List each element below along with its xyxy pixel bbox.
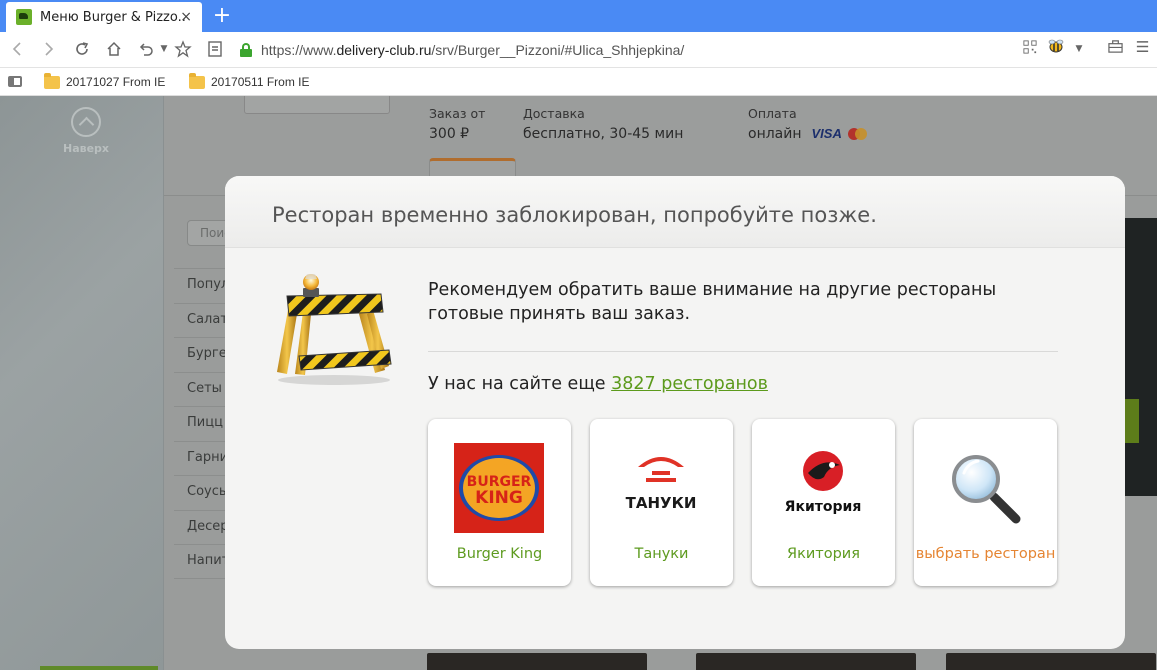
burger-king-logo: BURGER KING — [454, 443, 544, 533]
restaurant-card-tanuki[interactable]: ТАНУКИ Тануки — [590, 419, 733, 586]
bookmark-label: 20170511 From IE — [211, 75, 310, 89]
restaurant-count-link[interactable]: 3827 ресторанов — [611, 374, 768, 394]
delivery-club-favicon-icon — [16, 9, 32, 25]
food-image — [427, 653, 647, 670]
right-panel-button[interactable] — [1125, 399, 1139, 443]
food-image — [696, 653, 916, 670]
min-order-value: 300 ₽ — [429, 126, 470, 142]
tanuki-logo: ТАНУКИ — [616, 443, 706, 533]
recommendation-text: Рекомендуем обратить ваше внимание на др… — [428, 278, 1068, 326]
restaurant-count-text: У нас на сайте еще 3827 ресторанов — [428, 374, 768, 394]
payment-label: Оплата — [748, 106, 797, 121]
folder-icon — [189, 72, 205, 89]
sidebar-accent — [40, 666, 158, 670]
bookmark-label: 20171027 From IE — [66, 75, 166, 89]
header-box — [244, 96, 390, 114]
address-bar[interactable]: https://www.delivery-club.ru/srv/Burger_… — [240, 37, 1010, 63]
card-label: Burger King — [456, 546, 543, 562]
qr-code-icon[interactable] — [1019, 37, 1041, 61]
card-label: Тануки — [634, 546, 689, 562]
restaurant-blocked-modal: Ресторан временно заблокирован, попробуй… — [225, 176, 1125, 649]
recommendation-line-2: готовые принять ваш заказ. — [428, 304, 691, 324]
delivery-info: Доставка бесплатно, 30-45 мин — [523, 104, 683, 144]
reload-icon[interactable] — [70, 37, 94, 61]
folder-icon — [44, 72, 60, 89]
payment-info: Оплата онлайн VISA — [748, 104, 868, 144]
left-sidebar: Наверх — [0, 96, 164, 670]
restaurant-card-yakitoriya[interactable]: Якитория Якитория — [752, 419, 895, 586]
delivery-value: бесплатно, 30-45 мин — [523, 126, 684, 142]
tab-close-icon[interactable]: × — [180, 9, 192, 25]
min-order-label: Заказ от — [429, 106, 486, 121]
mastercard-icon — [847, 128, 868, 140]
forward-icon[interactable] — [36, 37, 60, 61]
bookmarks-bar: 20171027 From IE 20170511 From IE — [0, 68, 1157, 96]
yakitoriya-logo-text: Якитория — [785, 499, 862, 515]
yakitoriya-logo: Якитория — [778, 443, 868, 533]
right-panel — [1125, 218, 1157, 496]
recommendation-line-1: Рекомендуем обратить ваше внимание на др… — [428, 280, 997, 300]
toolbox-icon[interactable] — [1104, 37, 1126, 61]
card-label: выбрать ресторан — [915, 546, 1056, 562]
tanuki-logo-text: ТАНУКИ — [626, 494, 697, 512]
payment-value: онлайн — [748, 126, 802, 142]
url-text[interactable]: https://www.delivery-club.ru/srv/Burger_… — [261, 42, 684, 58]
magnifier-icon — [952, 455, 1021, 524]
bee-extension-icon[interactable] — [1045, 37, 1067, 61]
scroll-top-icon[interactable] — [71, 107, 101, 137]
delivery-label: Доставка — [523, 106, 585, 121]
menu-icon[interactable] — [1131, 37, 1153, 61]
count-prefix: У нас на сайте еще — [428, 374, 612, 394]
choose-restaurant-card[interactable]: выбрать ресторан — [914, 419, 1057, 586]
new-tab-button[interactable]: + — [210, 4, 234, 28]
card-label: Якитория — [787, 546, 860, 562]
tab-title: Меню Burger & Pizzo... — [40, 9, 185, 25]
divider — [428, 351, 1058, 352]
back-icon[interactable] — [6, 37, 30, 61]
reader-icon[interactable] — [203, 37, 227, 61]
bk-logo-king-text: KING — [475, 488, 523, 508]
modal-header: Ресторан временно заблокирован, попробуй… — [225, 176, 1125, 248]
browser-toolbar: ▼ https://www.delivery-club.ru/srv/Burge… — [0, 32, 1157, 68]
secure-lock-icon — [240, 43, 252, 57]
visa-logo: VISA — [811, 126, 842, 141]
bookmark-folder-20170511[interactable]: 20170511 From IE — [189, 72, 310, 91]
sidebar-toggle-icon[interactable] — [8, 76, 22, 87]
bookmark-star-icon[interactable] — [171, 37, 195, 61]
scroll-top-label[interactable]: Наверх — [55, 142, 117, 155]
bookmark-folder-20171027[interactable]: 20171027 From IE — [44, 72, 166, 91]
restaurant-card-burger-king[interactable]: BURGER KING Burger King — [428, 419, 571, 586]
modal-title: Ресторан временно заблокирован, попробуй… — [272, 203, 877, 227]
food-image — [946, 653, 1156, 670]
browser-tab[interactable]: Меню Burger & Pizzo... × — [6, 2, 202, 32]
browser-tab-bar: Меню Burger & Pizzo... × + — [0, 0, 1157, 32]
min-order-info: Заказ от 300 ₽ — [429, 104, 485, 144]
home-icon[interactable] — [102, 37, 126, 61]
road-barrier-icon — [277, 274, 392, 385]
extension-dropdown-icon[interactable]: ▼ — [1068, 37, 1090, 61]
